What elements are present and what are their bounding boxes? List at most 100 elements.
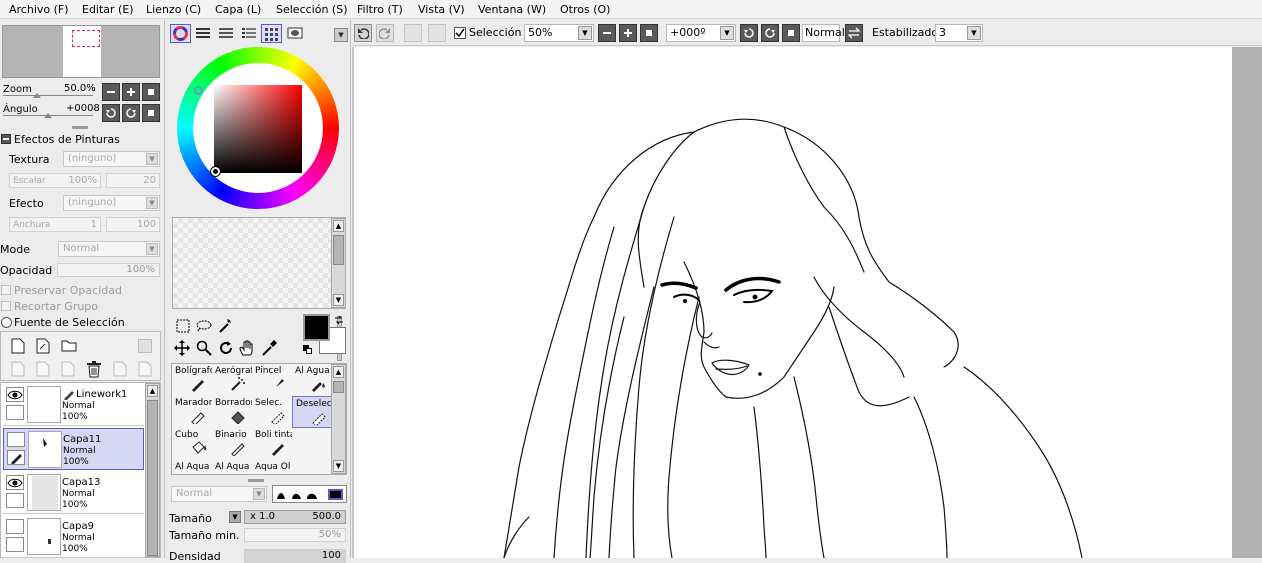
merge-down-icon[interactable] [36,361,50,377]
rect-select-icon[interactable] [176,319,190,333]
lasso-icon[interactable] [196,320,212,332]
zoom-slider[interactable] [3,95,93,96]
toolbar-rotate-right-button[interactable] [761,24,779,42]
undo-button[interactable] [354,24,372,42]
clear-layer-icon[interactable] [61,361,75,377]
rotation-combobox[interactable]: +000º ▼ [666,24,736,42]
menu-archivo[interactable]: Archivo (F) [9,3,69,16]
layer-option-icon[interactable] [138,339,152,353]
deselect-button[interactable] [404,24,422,42]
invert-selection-button[interactable] [428,24,446,42]
density-slider[interactable]: 100 [244,549,346,563]
menu-otros[interactable]: Otros (O) [560,3,610,16]
size-slider[interactable]: x 1.0 500.0 [244,510,346,524]
navigator-view-rect[interactable] [72,30,100,47]
width-field[interactable]: Anchura 1 [9,217,101,232]
menu-vista[interactable]: Vista (V) [418,3,465,16]
toolbar-rotate-left-button[interactable] [740,24,758,42]
canvas-blend-mode[interactable]: Normal [802,24,845,42]
layer-mode-dropdown[interactable]: Normal ▼ [58,241,160,257]
toolbar-rotate-reset-button[interactable] [782,24,800,42]
new-folder-icon[interactable] [61,339,77,352]
eyedropper-icon[interactable] [261,339,277,357]
color-scratchpad[interactable]: ▲ ▼ [172,217,346,309]
panel-menu-icon[interactable]: ▼ [334,28,348,42]
tool-boli-tinta[interactable]: Boli tinta [252,428,292,460]
scroll-up-icon[interactable]: ▲ [333,220,344,232]
tool-boligrafo[interactable]: Bolígrafo [172,364,212,396]
collapse-icon[interactable] [1,134,11,144]
tool-aqua-ol[interactable]: Aqua Ol [252,460,292,476]
lock-toggle[interactable] [6,537,24,552]
toolbar-zoom-reset-button[interactable] [640,24,658,42]
chevron-down-icon[interactable]: ▼ [720,26,734,40]
merge-visible-icon[interactable] [113,361,127,377]
scroll-down-icon[interactable]: ▼ [333,294,344,306]
canvas-area[interactable] [352,47,1262,559]
tool-borrador[interactable]: Borrador [212,396,252,428]
hand-icon[interactable] [239,339,255,357]
brush-shape-selector[interactable] [272,485,347,503]
scratchpad-tab-icon[interactable] [287,27,303,39]
tool-empty-slot[interactable] [292,428,332,460]
tool-selec[interactable]: Selec. [252,396,292,428]
tool-pincel[interactable]: Pincel [252,364,292,396]
width-number-field[interactable]: 100 [106,217,160,232]
hue-picker-handle[interactable] [194,86,203,95]
visibility-toggle[interactable] [6,387,24,402]
menu-editar[interactable]: Editar (E) [82,3,134,16]
drawing-canvas[interactable] [354,47,1232,559]
scroll-down-icon[interactable]: ▼ [333,460,344,472]
selection-source-radio[interactable] [1,317,12,328]
selection-checkbox[interactable] [454,27,466,39]
tool-al-aqua-2[interactable]: Al Aqua [212,460,252,476]
redo-button[interactable] [376,24,394,42]
new-layer-icon[interactable] [11,338,25,354]
scroll-thumb[interactable] [147,400,158,556]
visibility-toggle[interactable] [6,475,24,490]
saturation-value-square[interactable] [214,85,302,173]
menu-filtro[interactable]: Filtro (T) [357,3,403,16]
delete-layer-icon[interactable] [86,360,102,378]
tool-cubo[interactable]: Cubo [172,428,212,460]
flip-horizontal-button[interactable] [845,24,863,42]
chevron-down-icon[interactable]: ▼ [578,26,592,40]
magic-wand-icon[interactable] [218,318,232,334]
menu-ventana[interactable]: Ventana (W) [478,3,546,16]
preserve-opacity-checkbox[interactable] [1,285,11,295]
tool-aerografo[interactable]: Aerógrafo [212,364,252,396]
zoom-reset-button[interactable] [142,83,160,101]
effect-dropdown[interactable]: (ninguno) ▼ [63,195,160,211]
layer-row[interactable]: Capa11 Normal 100% [3,428,144,470]
tool-deselec[interactable]: Deselec. [292,396,332,428]
zoom-out-button[interactable] [102,83,120,101]
rotate-left-button[interactable] [102,104,120,122]
rotate-reset-button[interactable] [142,104,160,122]
toolbar-zoom-in-button[interactable] [619,24,637,42]
scale-field[interactable]: Escalar 100% [9,173,101,188]
panel-splitter[interactable] [72,126,88,129]
rotate-right-button[interactable] [122,104,140,122]
rotate-icon[interactable] [218,340,234,356]
lock-toggle[interactable] [7,450,25,465]
zoom-slider-thumb[interactable] [33,93,41,98]
toolbar-zoom-out-button[interactable] [598,24,616,42]
scroll-thumb[interactable] [333,381,344,393]
stabilizer-combobox[interactable]: 3 ▼ [935,24,983,42]
layer-row[interactable]: Capa13 Normal 100% [3,472,144,514]
texture-dropdown[interactable]: (ninguno) ▼ [63,151,160,167]
swatches-tab[interactable] [261,24,282,43]
panel-splitter[interactable] [248,479,264,482]
primary-color-swatch[interactable] [303,314,330,341]
layer-row[interactable]: Capa9 Normal 100% [3,516,144,558]
visibility-toggle[interactable] [6,519,24,534]
brush-blend-dropdown[interactable]: Normal ▼ [171,486,267,502]
scale-number-field[interactable]: 20 [106,173,160,188]
copy-layer-icon[interactable] [11,361,25,377]
tool-marador[interactable]: Marador [172,396,212,428]
menu-seleccion[interactable]: Selección (S) [276,3,348,16]
clip-group-checkbox[interactable] [1,301,11,311]
layer-opacity-slider[interactable]: 100% [57,263,160,277]
menu-capa[interactable]: Capa (L) [215,3,261,16]
color-list-tab-icon[interactable] [242,27,256,39]
